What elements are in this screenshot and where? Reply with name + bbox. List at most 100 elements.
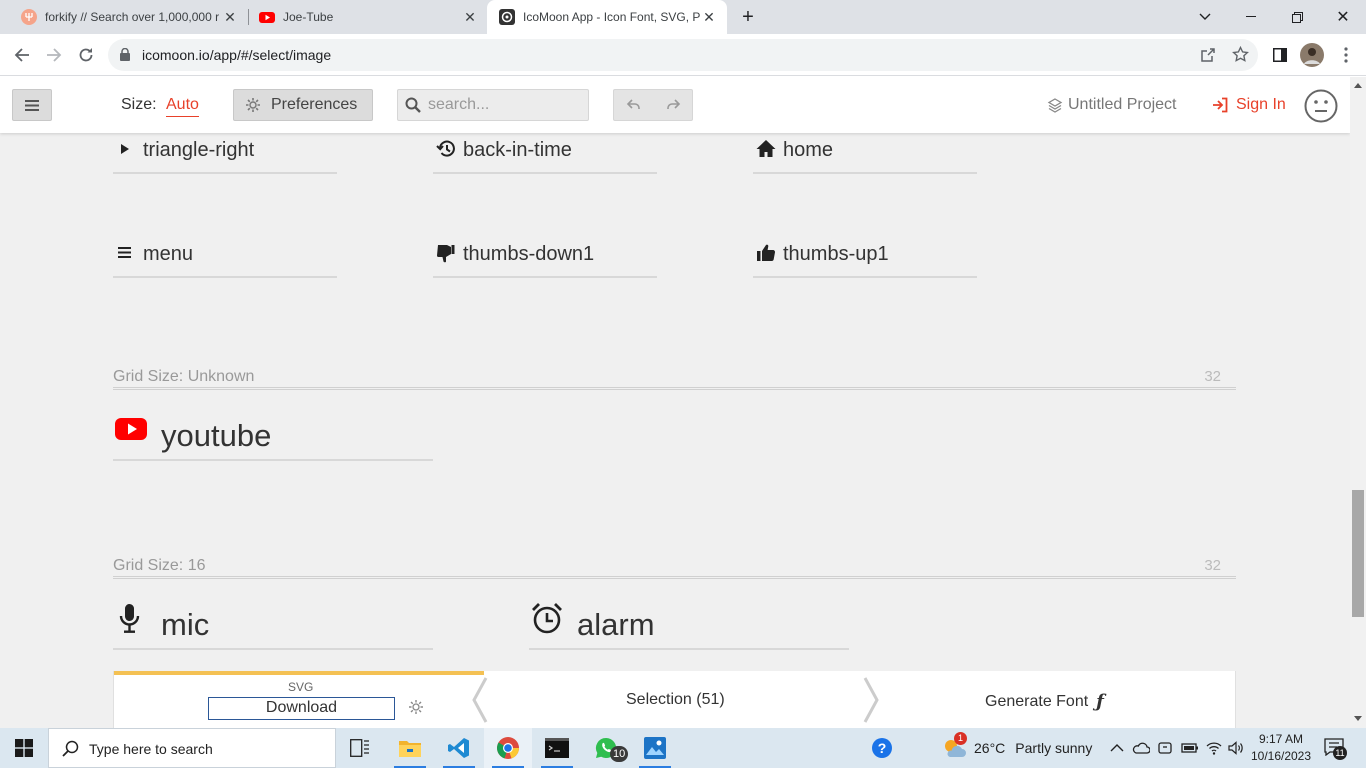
undo-icon[interactable] bbox=[626, 97, 642, 113]
tab-title: Joe-Tube bbox=[283, 10, 334, 24]
app-toolbar: Size: Auto Preferences Unti bbox=[0, 77, 1350, 133]
help-icon[interactable]: ? bbox=[858, 728, 906, 768]
bottom-bar: SVG Download Selection (51) Generate Fon… bbox=[0, 671, 1350, 728]
scroll-up-arrow-icon[interactable] bbox=[1354, 83, 1362, 88]
icon-item-home[interactable]: home bbox=[753, 134, 977, 174]
tab-title: IcoMoon App - Icon Font, SVG, P bbox=[523, 10, 701, 24]
share-icon[interactable] bbox=[1200, 47, 1216, 63]
home-icon bbox=[755, 138, 777, 160]
sign-in-label: Sign In bbox=[1236, 96, 1286, 113]
close-tab-icon[interactable]: ✕ bbox=[701, 9, 717, 25]
close-tab-icon[interactable]: ✕ bbox=[222, 9, 238, 25]
onedrive-cloud-icon[interactable] bbox=[1132, 740, 1150, 756]
clock[interactable]: 9:17 AM 10/16/2023 bbox=[1250, 731, 1312, 765]
task-view-icon[interactable] bbox=[336, 728, 384, 768]
preferences-button[interactable]: Preferences bbox=[233, 89, 373, 121]
chrome-icon[interactable] bbox=[484, 728, 532, 768]
weather-widget[interactable]: 1 26°C Partly sunny bbox=[942, 728, 1092, 768]
close-window-icon[interactable]: ✕ bbox=[1320, 0, 1366, 34]
hamburger-menu-button[interactable] bbox=[12, 89, 52, 121]
triangle-right-icon bbox=[115, 138, 137, 160]
icon-name: alarm bbox=[577, 607, 655, 642]
minimize-icon[interactable] bbox=[1228, 0, 1274, 34]
bookmark-star-icon[interactable] bbox=[1232, 46, 1249, 63]
photos-app-icon[interactable] bbox=[631, 728, 679, 768]
icon-item-menu[interactable]: menu bbox=[113, 238, 337, 278]
icon-name: youtube bbox=[161, 418, 272, 453]
new-tab-icon[interactable]: + bbox=[732, 0, 764, 34]
icon-item-thumbs-down1[interactable]: thumbs-down1 bbox=[433, 238, 657, 278]
restore-icon[interactable] bbox=[1274, 0, 1320, 34]
set-count: 32 bbox=[1204, 557, 1221, 574]
size-selector[interactable]: Auto bbox=[166, 96, 199, 117]
generate-font-label: Generate Font bbox=[985, 692, 1089, 710]
set-count: 32 bbox=[1204, 368, 1221, 385]
whatsapp-icon[interactable]: 10 bbox=[582, 728, 630, 768]
file-explorer-icon[interactable] bbox=[386, 728, 434, 768]
tab-joe-tube[interactable]: Joe-Tube ✕ bbox=[238, 0, 488, 34]
icon-item-alarm[interactable]: alarm bbox=[529, 602, 849, 650]
scrollbar-thumb[interactable] bbox=[1352, 490, 1364, 617]
terminal-icon[interactable] bbox=[533, 728, 581, 768]
forkify-icon bbox=[21, 9, 37, 25]
tab-icomoon[interactable]: IcoMoon App - Icon Font, SVG, P ✕ bbox=[487, 0, 727, 34]
icon-set-header: Grid Size: 16 32 bbox=[113, 557, 1236, 579]
icon-name: mic bbox=[161, 607, 210, 642]
address-bar[interactable]: icomoon.io/app/#/select/image bbox=[108, 39, 1258, 71]
redo-icon[interactable] bbox=[665, 97, 681, 113]
notification-center-icon[interactable]: 11 bbox=[1324, 738, 1347, 760]
font-f-icon: ƒ bbox=[1096, 691, 1104, 712]
icon-item-triangle-right[interactable]: triangle-right bbox=[113, 134, 337, 174]
smiley-icon[interactable] bbox=[1304, 89, 1338, 123]
tab-search-chevron-icon[interactable] bbox=[1182, 0, 1228, 34]
set-title: Grid Size: Unknown bbox=[113, 368, 255, 385]
windows-start-icon[interactable] bbox=[0, 728, 48, 768]
weather-alert-badge: 1 bbox=[954, 732, 967, 745]
icon-item-thumbs-up1[interactable]: thumbs-up1 bbox=[753, 238, 977, 278]
scroll-down-arrow-icon[interactable] bbox=[1354, 716, 1362, 721]
icon-item-youtube[interactable]: youtube bbox=[113, 413, 433, 461]
side-panel-icon[interactable] bbox=[1266, 41, 1294, 69]
youtube-icon bbox=[115, 413, 147, 445]
search-box[interactable] bbox=[397, 89, 589, 121]
sign-in-link[interactable]: Sign In bbox=[1212, 96, 1286, 114]
partly-sunny-icon: 1 bbox=[942, 732, 967, 759]
tab-forkify[interactable]: forkify // Search over 1,000,000 r ✕ bbox=[0, 0, 248, 34]
temperature: 26°C bbox=[974, 740, 1006, 756]
selection-tab[interactable]: Selection (51) bbox=[626, 691, 725, 709]
hamburger-icon bbox=[25, 99, 39, 111]
reload-icon[interactable] bbox=[72, 41, 100, 69]
download-settings-gear-icon[interactable] bbox=[408, 699, 424, 715]
lock-icon[interactable] bbox=[120, 48, 130, 61]
icon-name: menu bbox=[143, 243, 194, 265]
undo-redo-group bbox=[613, 89, 693, 121]
icomoon-icon bbox=[499, 9, 515, 25]
generate-font-button[interactable]: Generate Font ƒ bbox=[985, 691, 1104, 712]
thumbs-down-icon bbox=[435, 242, 457, 264]
profile-avatar[interactable] bbox=[1298, 41, 1326, 69]
browser-tab-strip: forkify // Search over 1,000,000 r ✕ Joe… bbox=[0, 0, 1366, 34]
mic-icon bbox=[115, 602, 147, 634]
meet-now-icon[interactable] bbox=[1157, 740, 1173, 756]
set-title: Grid Size: 16 bbox=[113, 557, 206, 574]
download-button[interactable]: Download bbox=[208, 697, 395, 720]
battery-icon[interactable] bbox=[1181, 740, 1198, 756]
chrome-menu-icon[interactable] bbox=[1332, 41, 1360, 69]
icon-item-back-in-time[interactable]: back-in-time bbox=[433, 134, 657, 174]
close-tab-icon[interactable]: ✕ bbox=[462, 9, 478, 25]
wifi-icon[interactable] bbox=[1206, 740, 1222, 756]
back-arrow-icon[interactable] bbox=[8, 41, 36, 69]
taskbar-search-box[interactable]: Type here to search bbox=[48, 728, 336, 768]
icon-name: triangle-right bbox=[143, 139, 255, 161]
vscode-icon[interactable] bbox=[435, 728, 483, 768]
preferences-label: Preferences bbox=[271, 96, 358, 113]
project-selector[interactable]: Untitled Project bbox=[1047, 96, 1177, 114]
volume-icon[interactable] bbox=[1228, 740, 1244, 756]
search-input[interactable] bbox=[428, 90, 578, 120]
show-hidden-icons-chevron-icon[interactable] bbox=[1109, 740, 1125, 756]
browser-toolbar: icomoon.io/app/#/select/image bbox=[0, 34, 1366, 76]
page-scrollbar[interactable] bbox=[1350, 77, 1366, 728]
icon-item-mic[interactable]: mic bbox=[113, 602, 433, 650]
taskbar-search-placeholder: Type here to search bbox=[89, 741, 213, 757]
forward-arrow-icon[interactable] bbox=[40, 41, 68, 69]
